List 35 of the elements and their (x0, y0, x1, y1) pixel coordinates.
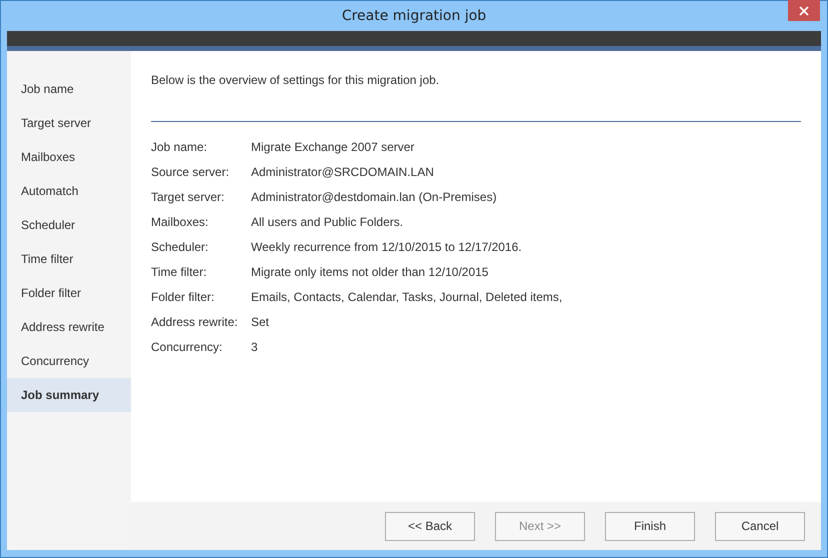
sidebar-item[interactable]: Mailboxes (7, 140, 131, 174)
setting-label: Scheduler: (151, 240, 210, 254)
setting-label: Folder filter: (151, 290, 216, 304)
sidebar-item[interactable]: Target server (7, 106, 131, 140)
sidebar-item[interactable]: Job name (7, 72, 131, 106)
setting-label: Address rewrite: (151, 315, 239, 329)
sidebar-item[interactable]: Folder filter (7, 276, 131, 310)
sidebar-item[interactable]: Concurrency (7, 344, 131, 378)
sidebar-item[interactable]: Time filter (7, 242, 131, 276)
setting-label: Time filter: (151, 265, 208, 279)
setting-value: Migrate only items not older than 12/10/2015 (251, 265, 490, 279)
setting-value: Weekly recurrence from 12/10/2015 to 12/17/2016. (251, 240, 523, 254)
setting-value: Migrate Exchange 2007 server (251, 140, 416, 154)
intro-text: Below is the overview of settings for this migration job. (151, 73, 440, 87)
window-title: Create migration job (342, 8, 486, 24)
setting-value: Emails, Contacts, Calendar, Tasks, Journal, Deleted items, (251, 290, 564, 304)
dialog-button[interactable]: Finish (605, 512, 695, 540)
setting-label: Job name: (151, 140, 208, 154)
close-icon (799, 6, 809, 16)
setting-label: Mailboxes: (151, 215, 210, 229)
sidebar-item[interactable]: Scheduler (7, 208, 131, 242)
sidebar-item[interactable]: Address rewrite (7, 310, 131, 344)
setting-value: Set (251, 315, 270, 329)
setting-value: All users and Public Folders. (251, 215, 404, 229)
close-button[interactable] (788, 0, 820, 21)
setting-label: Source server: (151, 165, 230, 179)
setting-label: Concurrency: (151, 340, 224, 354)
setting-label: Target server: (151, 190, 226, 204)
setting-value: 3 (251, 340, 259, 354)
sidebar-item[interactable]: Automatch (7, 174, 131, 208)
dialog-button[interactable]: Cancel (715, 512, 805, 540)
setting-value: Administrator@destdomain.lan (On-Premises) (251, 190, 498, 204)
setting-value: Administrator@SRCDOMAIN.LAN (251, 165, 435, 179)
dialog-button[interactable]: << Back (385, 512, 475, 540)
sidebar-item[interactable]: Job summary (7, 378, 131, 412)
